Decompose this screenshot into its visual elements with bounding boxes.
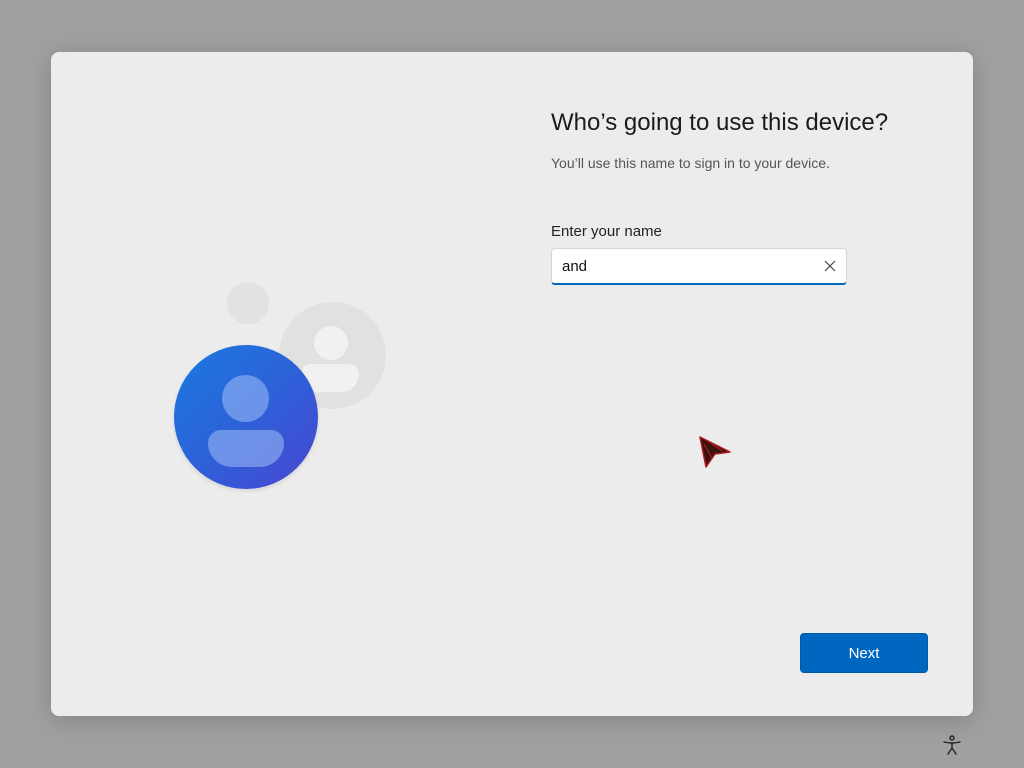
decorative-circle	[227, 282, 269, 324]
setup-dialog: Who’s going to use this device? You’ll u…	[51, 52, 973, 716]
name-form: Who’s going to use this device? You’ll u…	[551, 52, 951, 716]
user-head-shape	[314, 326, 348, 360]
user-illustration	[51, 52, 511, 716]
primary-user-avatar-icon	[174, 345, 318, 489]
user-head-shape	[222, 375, 269, 422]
page-subtitle: You’ll use this name to sign in to your …	[551, 155, 830, 171]
user-body-shape	[208, 430, 284, 467]
name-input[interactable]	[562, 249, 812, 283]
mouse-cursor-icon	[699, 436, 731, 468]
name-field-label: Enter your name	[551, 223, 662, 240]
accessibility-icon[interactable]	[941, 734, 963, 756]
close-icon[interactable]	[820, 256, 840, 276]
page-title: Who’s going to use this device?	[551, 109, 889, 136]
next-button[interactable]: Next	[800, 633, 928, 673]
name-input-container[interactable]	[551, 248, 847, 285]
